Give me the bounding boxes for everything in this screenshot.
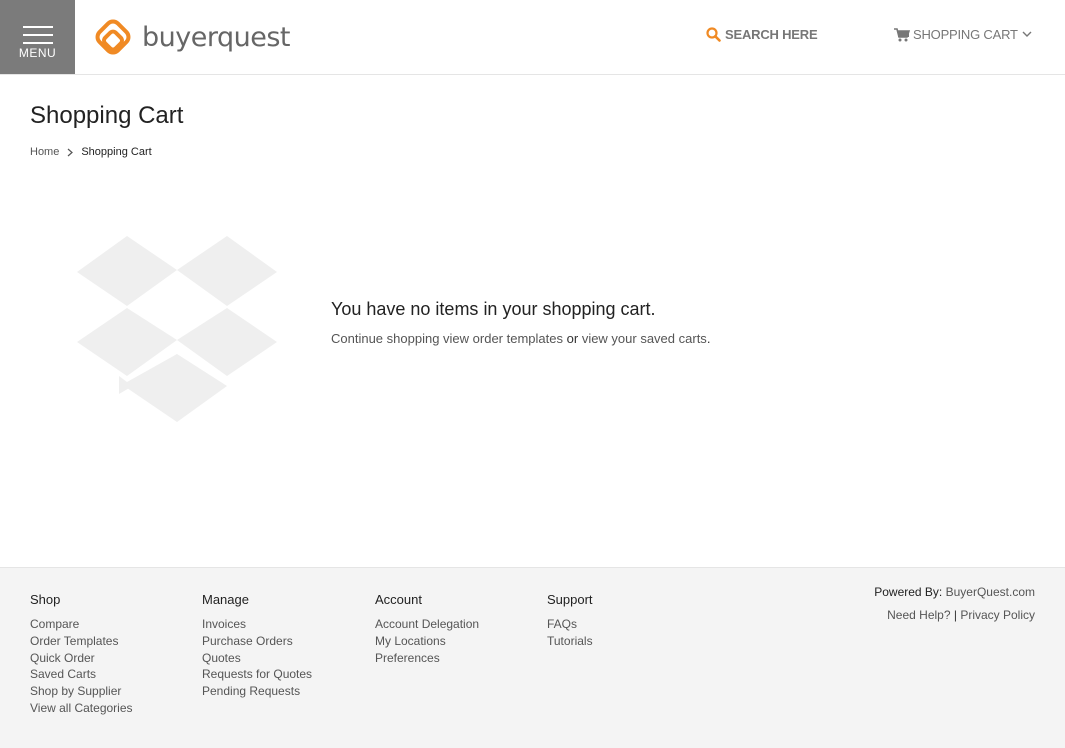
footer-heading-shop: Shop — [30, 592, 61, 607]
footer-heading-manage: Manage — [202, 592, 249, 607]
footer-heading-account: Account — [375, 592, 422, 607]
logo-text: buyerquest — [142, 21, 290, 53]
footer-link-order-templates[interactable]: Order Templates — [30, 633, 133, 650]
powered-by-label: Powered By: — [874, 585, 943, 599]
empty-cart-description: Continue shopping view order templates o… — [331, 331, 710, 346]
footer-link-my-locations[interactable]: My Locations — [375, 633, 479, 650]
footer-link-quotes[interactable]: Quotes — [202, 650, 312, 667]
need-help-link[interactable]: Need Help? — [887, 608, 950, 622]
continue-shopping-link[interactable]: Continue shopping — [331, 331, 439, 346]
menu-button[interactable]: MENU — [0, 0, 75, 74]
footer-link-compare[interactable]: Compare — [30, 616, 133, 633]
footer-column-manage: Manage Invoices Purchase Orders Quotes R… — [202, 592, 312, 700]
footer-link-purchase-orders[interactable]: Purchase Orders — [202, 633, 312, 650]
footer-link-preferences[interactable]: Preferences — [375, 650, 479, 667]
footer-column-support: Support FAQs Tutorials — [547, 592, 593, 650]
shopping-cart-button[interactable]: SHOPPING CART — [894, 27, 1032, 42]
privacy-policy-link[interactable]: Privacy Policy — [960, 608, 1035, 622]
footer-link-pending-requests[interactable]: Pending Requests — [202, 683, 312, 700]
footer-link-invoices[interactable]: Invoices — [202, 616, 312, 633]
search-button[interactable]: SEARCH HERE — [706, 27, 818, 42]
powered-by: Powered By: BuyerQuest.com — [874, 585, 1035, 599]
breadcrumb-current: Shopping Cart — [81, 146, 152, 158]
footer-link-account-delegation[interactable]: Account Delegation — [375, 616, 479, 633]
top-header: MENU buyerquest SEARCH HERE SHOPPING CAR… — [0, 0, 1065, 75]
search-icon — [706, 27, 721, 42]
footer-link-tutorials[interactable]: Tutorials — [547, 633, 593, 650]
divider-text: | — [953, 608, 957, 622]
footer-link-shop-by-supplier[interactable]: Shop by Supplier — [30, 683, 133, 700]
footer-link-faqs[interactable]: FAQs — [547, 616, 593, 633]
or-text: or — [566, 331, 579, 346]
site-logo[interactable]: buyerquest — [90, 14, 290, 60]
page-title: Shopping Cart — [30, 102, 184, 129]
footer-link-quick-order[interactable]: Quick Order — [30, 650, 133, 667]
footer-heading-support: Support — [547, 592, 593, 607]
shopping-cart-label: SHOPPING CART — [913, 27, 1018, 42]
open-box-icon — [77, 236, 277, 422]
footer: Shop Compare Order Templates Quick Order… — [0, 567, 1065, 748]
menu-label: MENU — [18, 46, 57, 60]
buyerquest-link[interactable]: BuyerQuest.com — [946, 585, 1035, 599]
chevron-right-icon — [67, 148, 74, 157]
footer-link-requests-for-quotes[interactable]: Requests for Quotes — [202, 666, 312, 683]
footer-link-saved-carts[interactable]: Saved Carts — [30, 666, 133, 683]
empty-cart-heading: You have no items in your shopping cart. — [331, 299, 656, 319]
period-text: . — [706, 331, 711, 346]
breadcrumb-home-link[interactable]: Home — [30, 146, 59, 158]
footer-column-account: Account Account Delegation My Locations … — [375, 592, 479, 666]
buyerquest-logo-icon — [95, 19, 131, 55]
search-label: SEARCH HERE — [725, 27, 818, 42]
chevron-down-icon — [1022, 31, 1032, 37]
footer-link-view-all-categories[interactable]: View all Categories — [30, 700, 133, 717]
view-order-templates-link[interactable]: view order templates — [443, 331, 563, 346]
cart-icon — [894, 27, 910, 41]
help-links: Need Help? | Privacy Policy — [887, 608, 1035, 622]
view-saved-carts-link[interactable]: view your saved carts — [582, 331, 707, 346]
breadcrumb: Home Shopping Cart — [30, 146, 152, 158]
footer-column-shop: Shop Compare Order Templates Quick Order… — [30, 592, 133, 717]
